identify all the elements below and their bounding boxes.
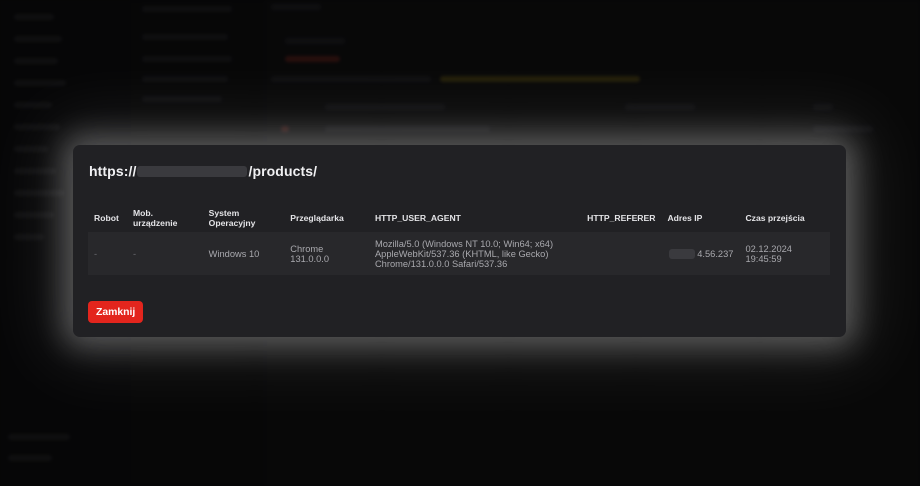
col-header-referer: HTTP_REFERER xyxy=(587,213,656,223)
cell-os: Windows 10 xyxy=(202,232,285,275)
redacted-domain xyxy=(137,165,248,177)
cell-browser: Chrome 131.0.0.0 xyxy=(284,232,369,275)
url-path: /products/ xyxy=(248,163,318,179)
col-header-os: System Operacyjny xyxy=(208,208,256,228)
cell-user-agent: Mozilla/5.0 (Windows NT 10.0; Win64; x64… xyxy=(368,232,582,275)
ip-value: 4.56.237 xyxy=(697,248,734,259)
col-header-browser: Przeglądarka xyxy=(290,213,344,223)
cell-time: 02.12.2024 19:45:59 xyxy=(739,232,830,275)
time-clock: 19:45:59 xyxy=(745,253,782,264)
cell-robot: - xyxy=(88,232,127,275)
table-header-row: Robot Mob. urządzenie System Operacyjny … xyxy=(88,204,830,232)
table-row: - - Windows 10 Chrome 131.0.0.0 Mozilla/… xyxy=(88,232,830,275)
col-header-robot: Robot xyxy=(94,213,119,223)
time-date: 02.12.2024 xyxy=(745,243,792,254)
col-header-ip: Adres IP xyxy=(667,213,703,223)
cell-referer xyxy=(581,232,662,275)
cell-ip: 4.56.237 xyxy=(661,232,740,275)
col-header-time: Czas przejścia xyxy=(745,213,805,223)
redacted-ip-prefix xyxy=(669,248,696,259)
url-prefix: https:// xyxy=(89,163,137,179)
col-header-mobile: Mob. urządzenie xyxy=(132,208,178,228)
visit-table: Robot Mob. urządzenie System Operacyjny … xyxy=(88,204,830,275)
col-header-user-agent: HTTP_USER_AGENT xyxy=(374,213,461,223)
cell-mobile: - xyxy=(126,232,203,275)
page-url: https:// /products/ xyxy=(89,163,317,179)
visit-details-modal: https:// /products/ Robot Mob. urządzeni… xyxy=(73,145,846,337)
close-button[interactable]: Zamknij xyxy=(88,301,144,323)
